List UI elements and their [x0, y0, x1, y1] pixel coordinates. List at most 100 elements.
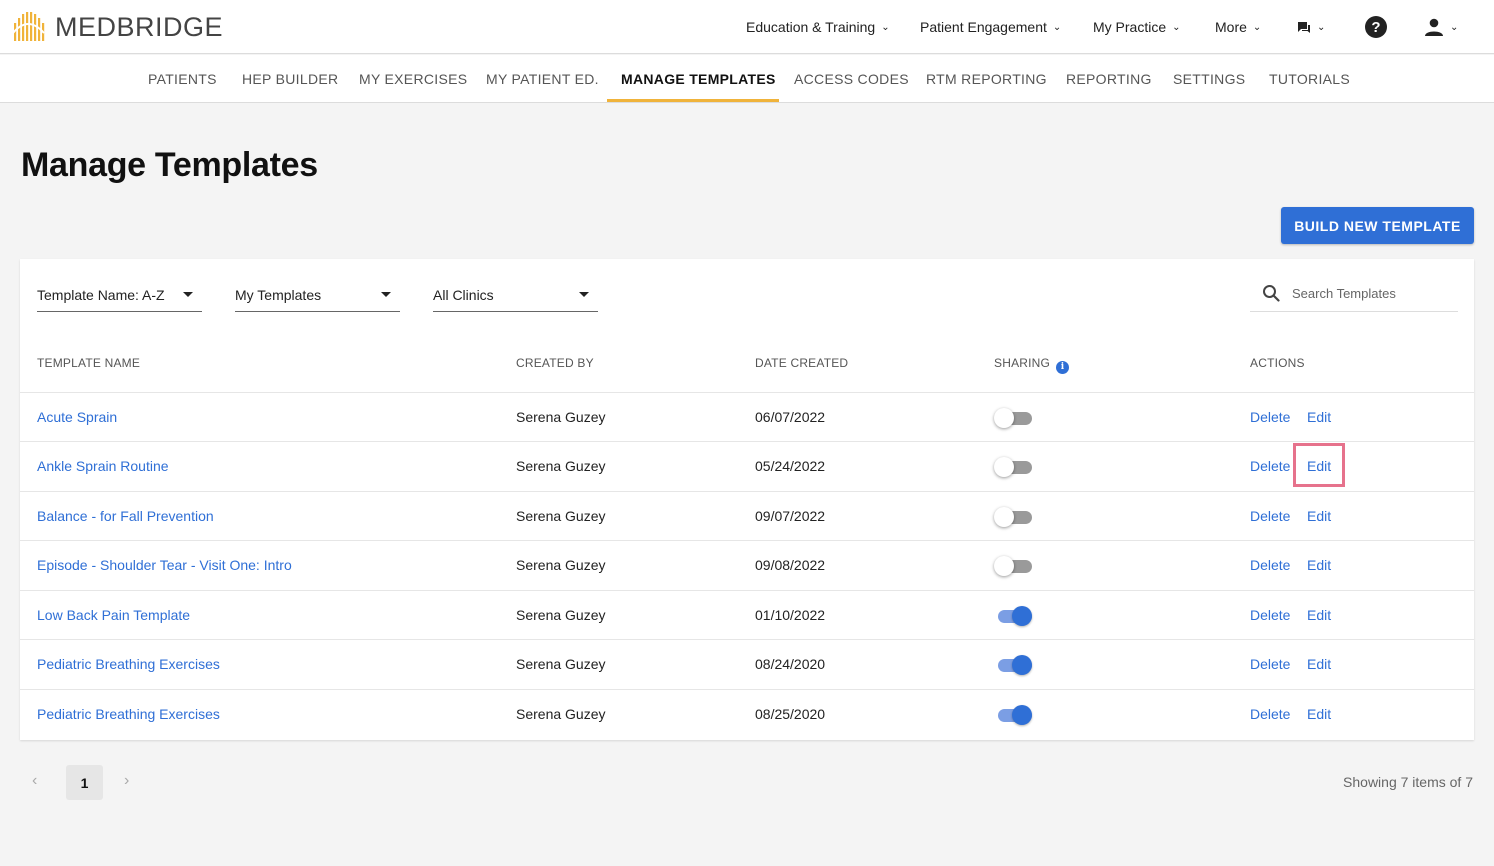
edit-link[interactable]: Edit — [1307, 393, 1331, 442]
table-row: Low Back Pain Template Serena Guzey 01/1… — [20, 590, 1474, 640]
date-created: 05/24/2022 — [755, 458, 826, 474]
tab-reporting[interactable]: REPORTING — [1066, 55, 1152, 103]
template-name-link[interactable]: Balance - for Fall Prevention — [37, 492, 214, 541]
search-icon — [1263, 285, 1280, 302]
clinic-filter-select[interactable]: All Clinics — [433, 275, 598, 312]
chevron-down-icon: ⌄ — [881, 21, 890, 33]
created-by: Serena Guzey — [516, 607, 606, 623]
brand-name: MEDBRIDGE — [55, 12, 224, 42]
created-by: Serena Guzey — [516, 409, 606, 425]
nav-label: More — [1215, 19, 1247, 35]
toggle-knob — [994, 408, 1014, 428]
edit-highlight-box — [1293, 443, 1345, 487]
toggle-knob — [994, 507, 1014, 527]
sharing-toggle[interactable] — [994, 556, 1032, 576]
top-header: MEDBRIDGE Education & Training ⌄ Patient… — [0, 0, 1494, 54]
created-by: Serena Guzey — [516, 706, 606, 722]
nav-patient-engagement[interactable]: Patient Engagement ⌄ — [920, 0, 1061, 54]
toggle-knob — [1012, 606, 1032, 626]
tab-manage-templates[interactable]: MANAGE TEMPLATES — [621, 55, 776, 103]
header-sharing: SHARING i — [994, 356, 1070, 374]
chat-icon — [1298, 21, 1310, 33]
delete-link[interactable]: Delete — [1250, 541, 1290, 590]
delete-link[interactable]: Delete — [1250, 591, 1290, 640]
build-new-template-button[interactable]: BUILD NEW TEMPLATE — [1281, 207, 1474, 244]
tab-access-codes[interactable]: ACCESS CODES — [794, 55, 909, 103]
table-row: Balance - for Fall Prevention Serena Guz… — [20, 491, 1474, 541]
sharing-toggle[interactable] — [994, 408, 1032, 428]
delete-link[interactable]: Delete — [1250, 492, 1290, 541]
template-name-link[interactable]: Low Back Pain Template — [37, 591, 190, 640]
table-row: Pediatric Breathing Exercises Serena Guz… — [20, 689, 1474, 739]
tab-hep-builder[interactable]: HEP BUILDER — [242, 55, 338, 103]
header-template-name[interactable]: TEMPLATE NAME — [37, 356, 140, 370]
sort-select-value: Template Name: A-Z — [37, 287, 165, 303]
next-page-button[interactable]: › — [124, 772, 129, 790]
created-by: Serena Guzey — [516, 458, 606, 474]
edit-link[interactable]: Edit — [1307, 541, 1331, 590]
caret-down-icon — [183, 292, 193, 297]
edit-link[interactable]: Edit — [1307, 492, 1331, 541]
header-created-by[interactable]: CREATED BY — [516, 356, 594, 370]
sharing-toggle[interactable] — [994, 457, 1032, 477]
table-row: Episode - Shoulder Tear - Visit One: Int… — [20, 540, 1474, 590]
help-icon: ? — [1365, 16, 1387, 38]
user-icon — [1425, 18, 1443, 36]
tab-tutorials[interactable]: TUTORIALS — [1269, 55, 1350, 103]
sort-select[interactable]: Template Name: A-Z — [37, 275, 202, 312]
date-created: 08/25/2020 — [755, 706, 826, 722]
delete-link[interactable]: Delete — [1250, 690, 1290, 739]
delete-link[interactable]: Delete — [1250, 393, 1290, 442]
owner-filter-value: My Templates — [235, 287, 322, 303]
created-by: Serena Guzey — [516, 557, 606, 573]
date-created: 09/08/2022 — [755, 557, 826, 573]
previous-page-button[interactable]: ‹ — [32, 772, 37, 790]
clinic-filter-value: All Clinics — [433, 287, 494, 303]
chevron-down-icon: ⌄ — [1252, 21, 1262, 33]
edit-link[interactable]: Edit — [1307, 690, 1331, 739]
info-icon[interactable]: i — [1056, 361, 1070, 374]
delete-link[interactable]: Delete — [1250, 640, 1290, 689]
header-date-created[interactable]: DATE CREATED — [755, 356, 848, 370]
tab-settings[interactable]: SETTINGS — [1173, 55, 1245, 103]
toggle-knob — [994, 556, 1014, 576]
toggle-knob — [1012, 655, 1032, 675]
nav-label: Education & Training — [746, 19, 876, 35]
logo[interactable]: MEDBRIDGE — [12, 11, 223, 43]
edit-link[interactable]: Edit — [1307, 640, 1331, 689]
active-tab-indicator — [607, 99, 779, 102]
caret-down-icon — [381, 292, 391, 297]
sharing-toggle[interactable] — [994, 507, 1032, 527]
messages-menu[interactable]: ⌄ — [1297, 0, 1325, 54]
sharing-toggle[interactable] — [994, 606, 1032, 626]
template-name-link[interactable]: Pediatric Breathing Exercises — [37, 640, 220, 689]
tab-rtm-reporting[interactable]: RTM REPORTING — [926, 55, 1047, 103]
nav-education-training[interactable]: Education & Training ⌄ — [746, 0, 890, 54]
delete-link[interactable]: Delete — [1250, 442, 1290, 491]
header-sharing-label: SHARING — [994, 356, 1051, 370]
template-name-link[interactable]: Episode - Shoulder Tear - Visit One: Int… — [37, 541, 292, 590]
nav-more[interactable]: More ⌄ — [1215, 0, 1261, 54]
created-by: Serena Guzey — [516, 508, 606, 524]
caret-down-icon — [579, 292, 589, 297]
template-name-link[interactable]: Ankle Sprain Routine — [37, 442, 169, 491]
edit-link[interactable]: Edit — [1307, 591, 1331, 640]
search-input[interactable] — [1292, 283, 1452, 303]
date-created: 06/07/2022 — [755, 409, 826, 425]
user-menu[interactable]: ⌄ — [1424, 0, 1458, 54]
tab-my-exercises[interactable]: MY EXERCISES — [359, 55, 467, 103]
sharing-toggle[interactable] — [994, 705, 1032, 725]
chevron-down-icon: ⌄ — [1172, 21, 1181, 33]
tab-my-patient-ed[interactable]: MY PATIENT ED. — [486, 55, 599, 103]
search-box — [1250, 275, 1458, 312]
medbridge-logo-icon — [12, 12, 45, 41]
page-1-button[interactable]: 1 — [66, 765, 103, 800]
tab-patients[interactable]: PATIENTS — [148, 55, 217, 103]
nav-my-practice[interactable]: My Practice ⌄ — [1093, 0, 1181, 54]
template-name-link[interactable]: Acute Sprain — [37, 393, 117, 442]
owner-filter-select[interactable]: My Templates — [235, 275, 400, 312]
template-name-link[interactable]: Pediatric Breathing Exercises — [37, 690, 220, 739]
help-button[interactable]: ? — [1365, 0, 1387, 54]
sharing-toggle[interactable] — [994, 655, 1032, 675]
date-created: 08/24/2020 — [755, 656, 826, 672]
